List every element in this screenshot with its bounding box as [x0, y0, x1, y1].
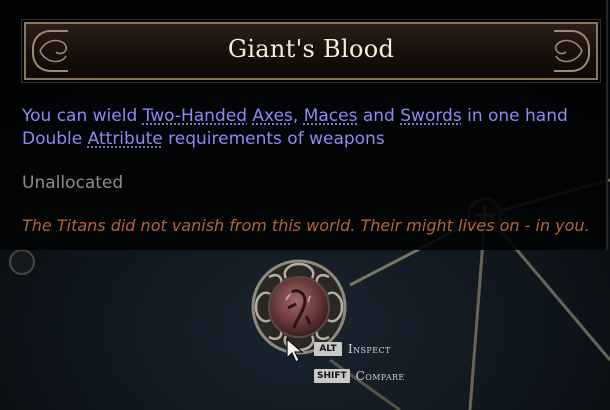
keyword-attribute[interactable]: Attribute [88, 129, 163, 149]
tooltip-header: Giant's Blood [21, 19, 601, 83]
hint-inspect: ALT Inspect [314, 342, 391, 356]
inspect-label: Inspect [348, 342, 391, 356]
stat-text: Double [22, 129, 88, 149]
tooltip-title: Giant's Blood [227, 35, 395, 63]
title-flourish-icon [554, 39, 583, 63]
stat-text: requirements of weapons [162, 129, 385, 149]
keyword-maces[interactable]: Maces [304, 106, 358, 126]
stat-text: You can wield [22, 106, 143, 126]
compare-label: Compare [355, 369, 405, 383]
stat-text: and [357, 106, 401, 126]
mouse-cursor-icon [286, 338, 304, 363]
stat-line-weapons: You can wield Two-Handed Axes, Maces and… [22, 106, 568, 126]
keyword-swords[interactable]: Swords [400, 106, 461, 126]
alt-key-badge: ALT [314, 342, 342, 356]
shift-key-badge: SHIFT [314, 369, 350, 383]
keyword-axes[interactable]: Axes [252, 106, 292, 126]
small-node-icon[interactable] [9, 249, 35, 275]
flavour-text: The Titans did not vanish from this worl… [22, 216, 590, 235]
stat-text: in one hand [461, 106, 568, 126]
allocation-state: Unallocated [22, 173, 124, 193]
stat-line-attributes: Double Attribute requirements of weapons [22, 129, 385, 149]
stat-text: , [292, 106, 304, 126]
passive-tooltip: Giant's Blood You can wield Two-Handed A… [0, 0, 608, 250]
keyword-two-handed[interactable]: Two-Handed [143, 106, 247, 126]
hint-compare: SHIFT Compare [314, 369, 405, 383]
